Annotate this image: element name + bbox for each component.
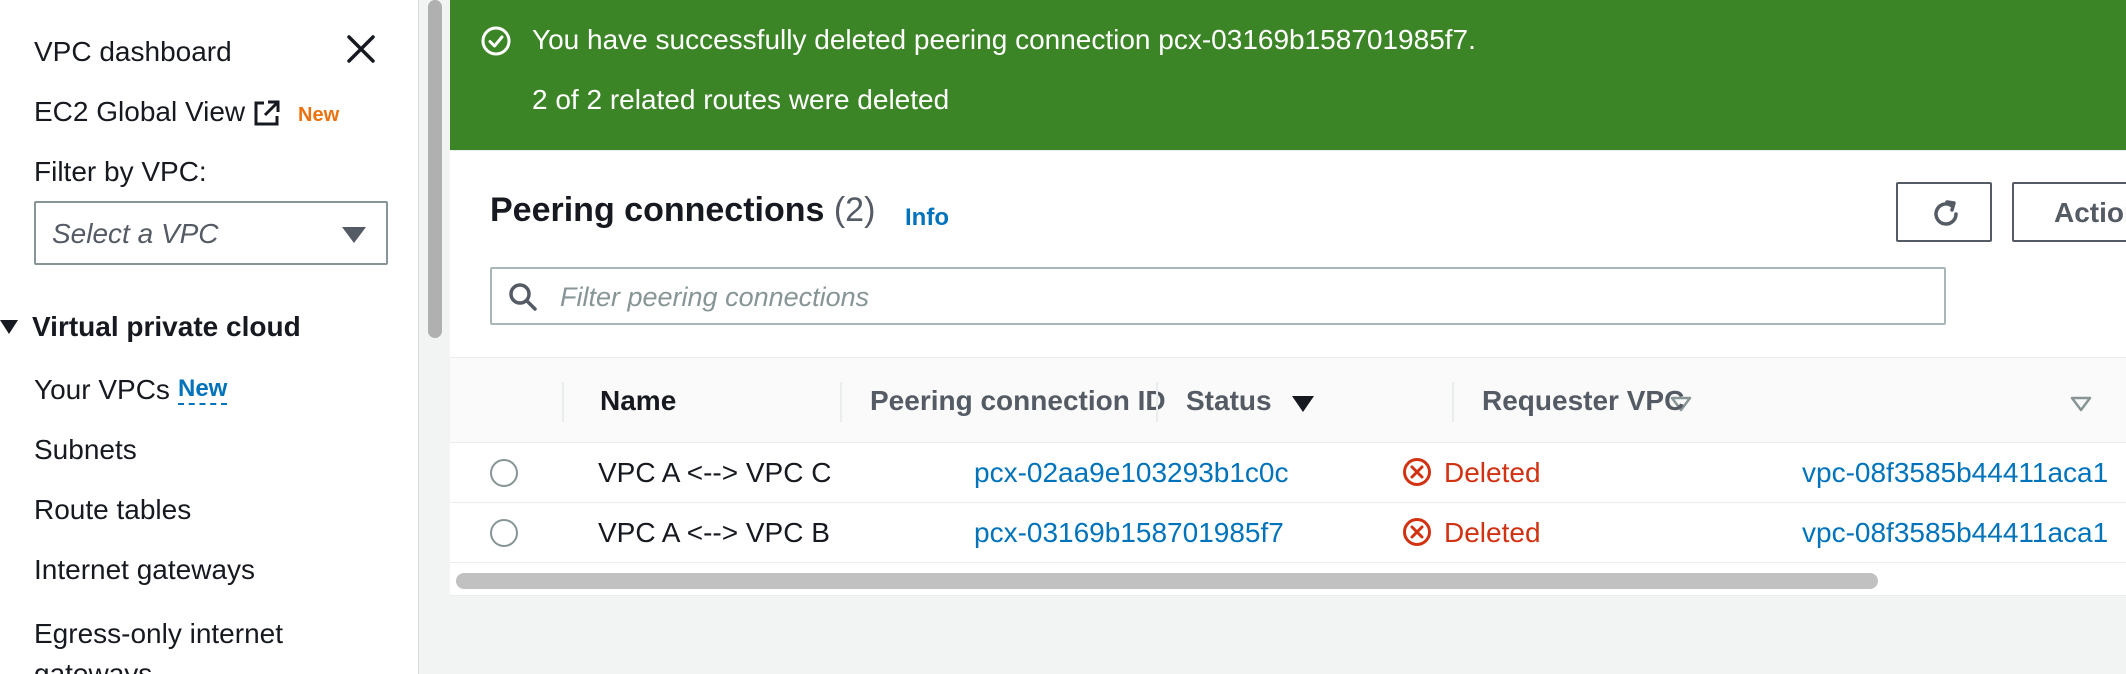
page-title: Peering connections (2) xyxy=(490,191,875,230)
vpc-filter-select[interactable]: Select a VPC xyxy=(34,201,388,265)
peering-connection-id-link[interactable]: pcx-03169b158701985f7 xyxy=(974,517,1284,549)
sidebar: VPC dashboard EC2 Global View New Filter… xyxy=(0,0,420,674)
section-collapse-icon[interactable] xyxy=(0,320,18,334)
actions-button[interactable]: Actions xyxy=(2012,182,2126,242)
caret-down-icon xyxy=(342,227,366,243)
error-x-icon xyxy=(1402,517,1432,547)
row-name: VPC A <--> VPC B xyxy=(598,517,830,548)
info-link[interactable]: Info xyxy=(905,204,949,232)
success-check-icon xyxy=(480,25,512,57)
table-row[interactable]: VPC A <--> VPC C pcx-02aa9e103293b1c0c D… xyxy=(450,443,2126,503)
search-icon xyxy=(508,282,538,312)
status-text: Deleted xyxy=(1444,457,1541,488)
column-header-status[interactable]: Status xyxy=(1186,385,1272,417)
refresh-icon xyxy=(1934,200,1958,226)
sidebar-item-route-tables[interactable]: Route tables xyxy=(34,494,191,526)
search-input[interactable] xyxy=(560,279,1920,315)
table-header: Name Peering connection ID Status Reques… xyxy=(450,357,2126,443)
requester-vpc-link[interactable]: vpc-08f3585b44411aca1 xyxy=(1802,457,2108,489)
vpc-filter-placeholder: Select a VPC xyxy=(52,218,219,249)
connection-count: (2) xyxy=(833,191,876,229)
status-text: Deleted xyxy=(1444,517,1541,548)
column-header-requester-vpc[interactable]: Requester VPC xyxy=(1482,385,1684,417)
close-icon[interactable] xyxy=(346,34,376,64)
column-divider[interactable] xyxy=(1156,382,1158,422)
error-x-icon xyxy=(1402,457,1432,487)
filter-by-vpc-label: Filter by VPC: xyxy=(34,156,207,187)
column-divider[interactable] xyxy=(840,382,842,422)
flash-message: You have successfully deleted peering co… xyxy=(532,24,1476,55)
section-title-virtual-private-cloud[interactable]: Virtual private cloud xyxy=(32,311,301,343)
column-divider[interactable] xyxy=(1452,382,1454,422)
actions-button-label: Actions xyxy=(2054,197,2126,228)
flash-sub-message: 2 of 2 related routes were deleted xyxy=(532,84,950,115)
peering-connections-panel: Peering connections (2) Info Actions Nam… xyxy=(450,150,2126,661)
row-select-radio[interactable] xyxy=(490,459,518,487)
sort-icon[interactable] xyxy=(2070,396,2092,412)
requester-vpc-link[interactable]: vpc-08f3585b44411aca1 xyxy=(1802,517,2108,549)
success-flash-banner: You have successfully deleted peering co… xyxy=(450,0,2126,150)
main-content: You have successfully deleted peering co… xyxy=(450,0,2126,674)
row-select-radio[interactable] xyxy=(490,519,518,547)
column-header-name[interactable]: Name xyxy=(600,385,676,417)
table-horizontal-scrollbar[interactable] xyxy=(456,573,1878,589)
column-divider[interactable] xyxy=(562,382,564,422)
sidebar-item-vpc-dashboard[interactable]: VPC dashboard xyxy=(34,36,232,68)
sidebar-scrollbar-thumb[interactable] xyxy=(428,0,442,338)
sidebar-item-subnets[interactable]: Subnets xyxy=(34,434,137,466)
sort-descending-icon[interactable] xyxy=(1292,396,1314,412)
table-footer xyxy=(450,595,2126,661)
search-box[interactable] xyxy=(490,267,1946,325)
column-header-peering-connection-id[interactable]: Peering connection ID xyxy=(870,385,1166,417)
new-badge: New xyxy=(298,104,340,126)
row-name: VPC A <--> VPC C xyxy=(598,457,832,488)
page-title-text: Peering connections xyxy=(490,191,825,229)
table-row[interactable]: VPC A <--> VPC B pcx-03169b158701985f7 D… xyxy=(450,503,2126,563)
sidebar-item-internet-gateways[interactable]: Internet gateways xyxy=(34,554,255,586)
peering-connection-id-link[interactable]: pcx-02aa9e103293b1c0c xyxy=(974,457,1288,489)
sidebar-item-your-vpcs[interactable]: Your VPCs xyxy=(34,374,170,406)
sidebar-item-egress-only-internet-gateways[interactable]: Egress-only internet gateways xyxy=(34,614,334,674)
refresh-button[interactable] xyxy=(1896,182,1992,242)
external-link-icon[interactable] xyxy=(252,98,282,128)
sidebar-item-ec2-global-view[interactable]: EC2 Global View xyxy=(34,96,245,128)
new-badge[interactable]: New xyxy=(178,375,228,405)
